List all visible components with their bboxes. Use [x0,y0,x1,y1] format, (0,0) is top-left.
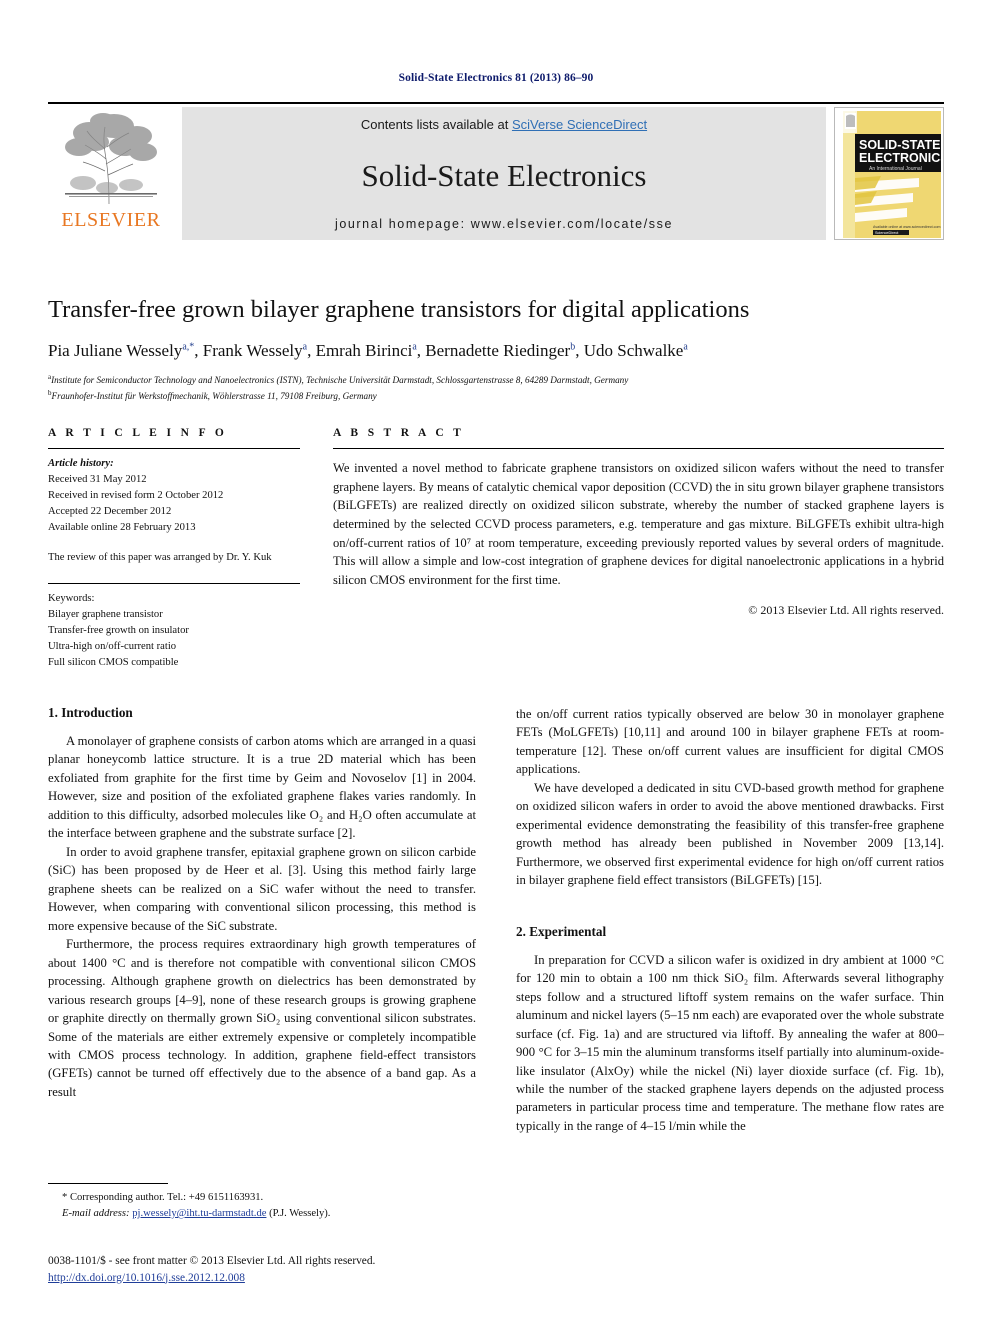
abstract-heading: A B S T R A C T [333,427,465,439]
history-item: Available online 28 February 2013 [48,522,196,534]
corresponding-author-note: * Corresponding author. Tel.: +49 615116… [62,1192,264,1203]
paragraph: In preparation for CCVD a silicon wafer … [516,952,944,1133]
affiliation-item: aInstitute for Semiconductor Technology … [48,372,944,387]
email-suffix: (P.J. Wessely). [269,1207,331,1219]
article-page: Solid-State Electronics 81 (2013) 86–90 [0,0,992,1323]
author-item: Pia Juliane Wesselya,* [48,341,194,360]
author-item: Bernadette Riedingerb [425,341,575,360]
elsevier-wordmark: ELSEVIER [61,209,161,231]
author-list: Pia Juliane Wesselya,*, Frank Wesselya, … [48,341,944,361]
paragraph: In order to avoid graphene transfer, epi… [48,844,476,933]
running-head: Solid-State Electronics 81 (2013) 86–90 [398,72,594,84]
keyword-item: Transfer-free growth on insulator [48,624,189,636]
body-column-left: 1. Introduction A monolayer of graphene … [48,705,476,1175]
info-abstract-region: A R T I C L E I N F O Article history: R… [48,427,944,671]
affiliation-text: Institute for Semiconductor Technology a… [51,375,629,386]
title-block: Transfer-free grown bilayer graphene tra… [48,296,944,403]
abstract-column: A B S T R A C T We invented a novel meth… [333,427,944,671]
article-history: Article history: Received 31 May 2012 Re… [48,456,300,567]
body-column-right: the on/off current ratios typically obse… [516,705,944,1175]
article-info-column: A R T I C L E I N F O Article history: R… [48,427,300,671]
article-history-label: Article history: [48,458,114,469]
svg-text:SOLID-STATE: SOLID-STATE [859,138,940,152]
author-marks: a,* [182,341,195,353]
sciencedirect-link[interactable]: SciVerse ScienceDirect [512,117,647,132]
history-item: Accepted 22 December 2012 [48,506,172,518]
keywords-block: Keywords: Bilayer graphene transistor Tr… [48,591,300,671]
divider [333,448,944,449]
author-name: Udo Schwalke [583,341,684,361]
divider [48,582,300,584]
journal-masthead: ELSEVIER Contents lists available at Sci… [48,102,944,240]
journal-title: Solid-State Electronics [361,158,647,193]
page-title: Transfer-free grown bilayer graphene tra… [48,296,750,323]
abstract-copyright: © 2013 Elsevier Ltd. All rights reserved… [748,603,944,618]
author-sep: , [307,341,316,361]
author-item: Emrah Birincia [316,341,417,360]
elsevier-tree-icon [59,109,163,209]
footnote-block: * Corresponding author. Tel.: +49 615116… [48,1183,476,1222]
body-columns: 1. Introduction A monolayer of graphene … [48,705,944,1175]
affiliation-list: aInstitute for Semiconductor Technology … [48,372,944,403]
editor-note: The review of this paper was arranged by… [48,552,272,564]
keyword-item: Full silicon CMOS compatible [48,656,179,668]
paragraph: Furthermore, the process requires extrao… [48,937,476,1099]
abstract-text: We invented a novel method to fabricate … [333,461,944,587]
elsevier-logo: ELSEVIER [48,107,174,240]
author-sep: , [194,341,203,361]
email-label: E-mail address: [62,1207,130,1219]
email-link[interactable]: pj.wessely@iht.tu-darmstadt.de [132,1208,266,1219]
email-note: E-mail address: pj.wessely@iht.tu-darmst… [48,1206,476,1222]
affiliation-text: Fraunhofer-Institut für Werkstoffmechani… [51,390,377,401]
svg-text:ScienceDirect: ScienceDirect [875,231,899,235]
section-heading-introduction: 1. Introduction [48,705,133,720]
author-name: Bernadette Riedinger [425,341,571,361]
paragraph: A monolayer of graphene consists of carb… [48,734,476,841]
history-item: Received in revised form 2 October 2012 [48,490,224,502]
author-item: Frank Wesselya [203,341,307,360]
journal-cover-thumbnail: SOLID-STATE ELECTRONICS An International… [834,107,944,240]
section-heading-experimental: 2. Experimental [516,923,607,939]
author-sep: , [575,341,584,361]
keyword-item: Bilayer graphene transistor [48,608,163,620]
author-marks: a [683,341,688,353]
paragraph: We have developed a dedicated in situ CV… [516,780,944,888]
author-name: Pia Juliane Wessely [48,341,183,361]
imprint-block: 0038-1101/$ - see front matter © 2013 El… [48,1253,548,1286]
author-name: Emrah Birinci [315,341,413,361]
journal-banner: Contents lists available at SciVerse Sci… [182,107,826,240]
svg-text:An International Journal: An International Journal [869,166,922,172]
affiliation-item: bFraunhofer-Institut für Werkstoffmechan… [48,388,944,403]
author-name: Frank Wessely [202,341,303,361]
svg-text:Available online at www.scienc: Available online at www.sciencedirect.co… [873,225,940,229]
doi-link[interactable]: http://dx.doi.org/10.1016/j.sse.2012.12.… [48,1272,245,1284]
contents-prefix: Contents lists available at [360,117,512,132]
imprint-line: 0038-1101/$ - see front matter © 2013 El… [48,1255,376,1267]
divider [48,448,300,449]
article-info-heading: A R T I C L E I N F O [48,427,228,439]
keywords-label: Keywords: [48,592,95,604]
journal-homepage[interactable]: journal homepage: www.elsevier.com/locat… [335,217,673,231]
svg-text:ELECTRONICS: ELECTRONICS [859,151,943,165]
footnote-divider [48,1183,168,1184]
author-item: Udo Schwalkea [584,341,688,360]
history-item: Received 31 May 2012 [48,474,147,486]
keyword-item: Ultra-high on/off-current ratio [48,640,177,652]
contents-available-line: Contents lists available at SciVerse Sci… [361,117,647,132]
paragraph: the on/off current ratios typically obse… [516,707,944,777]
